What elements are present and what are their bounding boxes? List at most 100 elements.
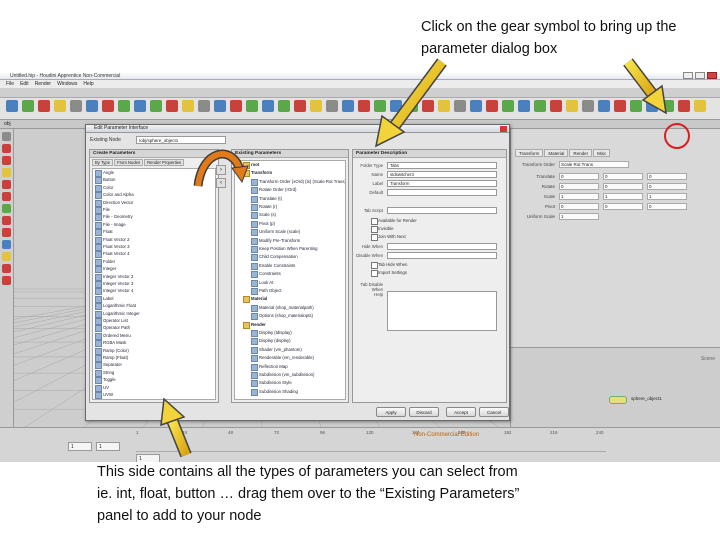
apply-button[interactable]: Apply: [376, 407, 406, 417]
parameter-type-item[interactable]: Integer: [93, 265, 215, 274]
parameter-type-item[interactable]: Float Vector 3: [93, 243, 215, 251]
viewport-tool-icon[interactable]: [2, 156, 11, 165]
parameter-type-item[interactable]: Direction Vector: [93, 199, 215, 207]
desc-field-tab-script[interactable]: [387, 207, 497, 214]
parameter-type-item[interactable]: Operator Path: [93, 324, 215, 333]
existing-parameters-tree[interactable]: root Transform Transform Order (xOrd) (tx)…: [234, 160, 346, 400]
shelf-tool-icon[interactable]: [326, 100, 338, 112]
shelf-tool-icon[interactable]: [182, 100, 194, 112]
tab-render-properties[interactable]: Render Properties: [144, 159, 185, 166]
shelf-tool-icon[interactable]: [310, 100, 322, 112]
existing-parameter-item[interactable]: Path Object: [235, 287, 345, 295]
shelf-tool-icon[interactable]: [118, 100, 130, 112]
shelf-tool-icon[interactable]: [214, 100, 226, 112]
parameter-type-item[interactable]: File: [93, 206, 215, 214]
frame-current-field[interactable]: 1: [96, 442, 120, 451]
desc-field-label[interactable]: Transform: [387, 180, 497, 187]
shelf-tool-icon[interactable]: [662, 100, 674, 112]
shelf-tool-icon[interactable]: [38, 100, 50, 112]
viewport-tool-icon[interactable]: [2, 168, 11, 177]
existing-parameter-item[interactable]: Renderable (vm_renderable): [235, 354, 345, 363]
desc-field-hide-when[interactable]: [387, 243, 497, 250]
viewport-tool-icon[interactable]: [2, 240, 11, 249]
shelf-tool-icon[interactable]: [550, 100, 562, 112]
viewport-tool-icon[interactable]: [2, 264, 11, 273]
shelf-tool-icon[interactable]: [374, 100, 386, 112]
existing-folder-item[interactable]: Material: [235, 295, 345, 304]
shelf-tool-icon[interactable]: [582, 100, 594, 112]
frame-start-field[interactable]: 1: [68, 442, 92, 451]
parameter-type-item[interactable]: UV: [93, 384, 215, 392]
shelf-tool-icon[interactable]: [358, 100, 370, 112]
close-button[interactable]: [707, 72, 717, 79]
parameter-type-item[interactable]: Integer Vector 3: [93, 280, 215, 288]
tab-by-type[interactable]: By Type: [92, 159, 114, 166]
existing-parameter-item[interactable]: Subdivision Style: [235, 379, 345, 388]
parameter-type-item[interactable]: Button: [93, 176, 215, 185]
parameter-type-item[interactable]: Logarithmic Float: [93, 302, 215, 311]
parameter-type-item[interactable]: Angle: [93, 169, 215, 177]
shelf-tool-icon[interactable]: [518, 100, 530, 112]
move-left-button[interactable]: ‹: [216, 178, 226, 188]
parameter-type-item[interactable]: Folder: [93, 258, 215, 266]
parameter-type-item[interactable]: RGBA Mask: [93, 339, 215, 348]
parameter-type-item[interactable]: Color and Alpha: [93, 191, 215, 200]
menu-windows[interactable]: Windows: [57, 81, 77, 87]
desc-field-disable-when[interactable]: [387, 252, 497, 259]
shelf-tool-icon[interactable]: [406, 100, 418, 112]
check-join-with-next[interactable]: Join With Next: [371, 234, 406, 241]
check-tab-hide-when[interactable]: Tab Hide When: [371, 262, 407, 269]
shelf-tool-icon[interactable]: [470, 100, 482, 112]
existing-parameter-item[interactable]: Enable Constraints: [235, 262, 345, 270]
parameter-type-item[interactable]: Operator List: [93, 317, 215, 325]
existing-parameter-item[interactable]: Constraints: [235, 270, 345, 279]
existing-folder-item[interactable]: Render: [235, 321, 345, 329]
shelf-tool-icon[interactable]: [598, 100, 610, 112]
parameter-type-item[interactable]: Integer Vector 4: [93, 287, 215, 296]
shelf-tool-icon[interactable]: [342, 100, 354, 112]
viewport-tool-icon[interactable]: [2, 216, 11, 225]
check-import-settings[interactable]: Import Settings: [371, 270, 407, 277]
discard-button[interactable]: Discard: [409, 407, 439, 417]
shelf-tool-icon[interactable]: [422, 100, 434, 112]
existing-parameter-item[interactable]: Material (shop_materialpath): [235, 304, 345, 312]
timeline-ruler[interactable]: 1 24 48 72 96 120 144 168 192 216 240: [136, 430, 606, 452]
shelf-tool-icon[interactable]: [70, 100, 82, 112]
viewport-tool-icon[interactable]: [2, 132, 11, 141]
network-editor[interactable]: Scene sphere_object1: [511, 347, 720, 427]
shelf-tool-icon[interactable]: [246, 100, 258, 112]
existing-parameter-item[interactable]: Subdivision Shading: [235, 388, 345, 396]
existing-parameter-item[interactable]: Uniform Scale (scale): [235, 228, 345, 237]
check-invisible[interactable]: Invisible: [371, 226, 394, 233]
existing-parameter-item[interactable]: Pivot (p): [235, 220, 345, 228]
parameter-type-item[interactable]: Color: [93, 184, 215, 192]
menu-render[interactable]: Render: [35, 81, 51, 87]
parameter-type-list[interactable]: Angle Button Color Color and Alpha Direction…: [92, 168, 216, 400]
shelf-tool-icon[interactable]: [54, 100, 66, 112]
existing-parameter-item[interactable]: Display (display): [235, 337, 345, 346]
existing-parameter-item[interactable]: Keep Position When Parenting: [235, 245, 345, 253]
existing-parameter-item[interactable]: Reflection Map: [235, 363, 345, 371]
parameter-type-item[interactable]: Logarithmic Integer: [93, 310, 215, 318]
parameter-type-item[interactable]: Float: [93, 228, 215, 237]
cancel-button[interactable]: Cancel: [479, 407, 509, 417]
shelf-tool-icon[interactable]: [646, 100, 658, 112]
param-tab-render[interactable]: Render: [569, 149, 593, 157]
parameter-type-item[interactable]: Separator: [93, 361, 215, 370]
tab-from-nodes[interactable]: From Nodes: [114, 159, 144, 166]
parameter-type-item[interactable]: Ramp (Color): [93, 347, 215, 355]
shelf-tool-icon[interactable]: [230, 100, 242, 112]
minimize-button[interactable]: [683, 72, 693, 79]
viewport-tool-icon[interactable]: [2, 180, 11, 189]
parameter-type-item[interactable]: Label: [93, 295, 215, 303]
viewport-tool-icon[interactable]: [2, 204, 11, 213]
viewport-tool-icon[interactable]: [2, 252, 11, 261]
menu-edit[interactable]: Edit: [20, 81, 29, 87]
existing-parameter-item[interactable]: Transform Order (xOrd) (tx) (Scale Rot T…: [235, 178, 345, 186]
check-available-for-render[interactable]: Available for Render: [371, 218, 417, 225]
menu-file[interactable]: File: [6, 81, 14, 87]
existing-parameter-item[interactable]: Child Compensation: [235, 253, 345, 262]
viewport-tool-icon[interactable]: [2, 276, 11, 285]
existing-folder-item[interactable]: root: [235, 161, 345, 169]
desc-field-default[interactable]: [387, 189, 497, 196]
